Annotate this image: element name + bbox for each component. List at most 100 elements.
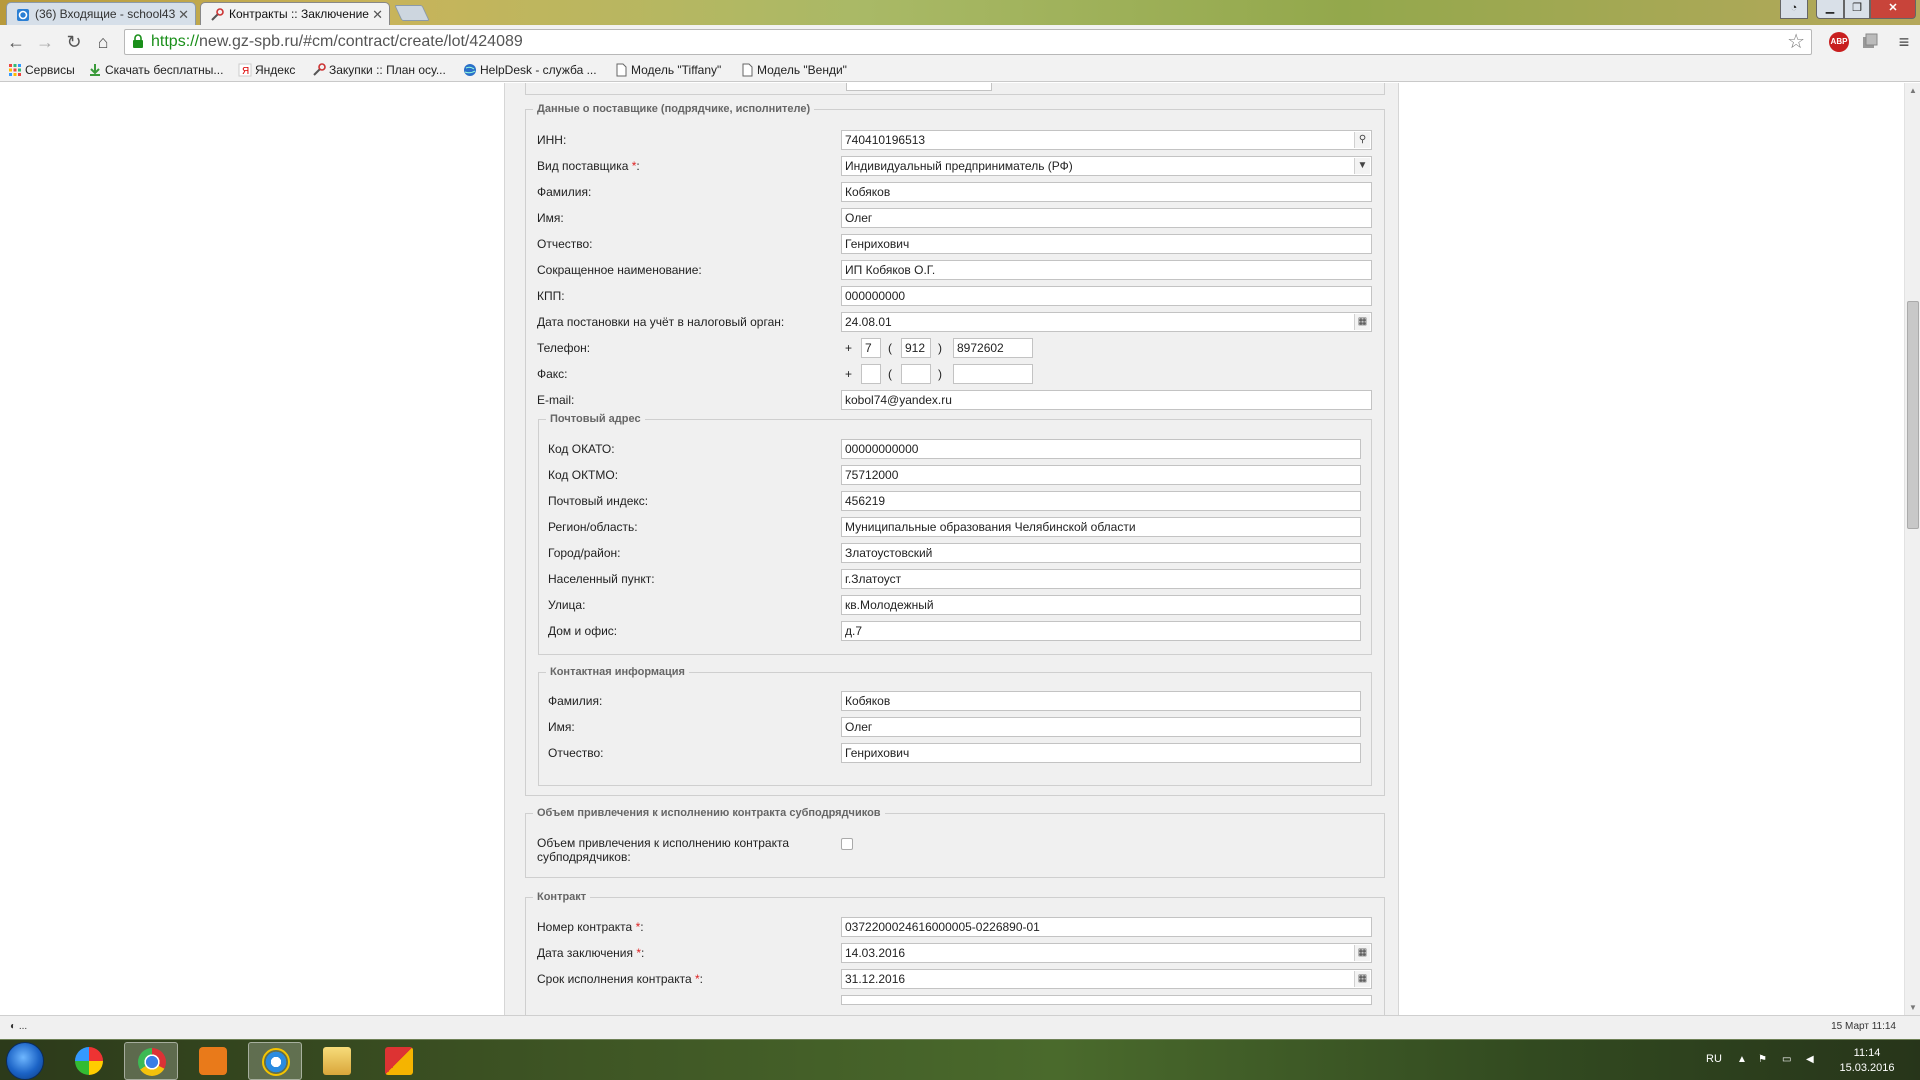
phone-country-field[interactable]: 7: [861, 338, 881, 358]
city-field[interactable]: Златоустовский: [841, 543, 1361, 563]
house-field[interactable]: д.7: [841, 621, 1361, 641]
postal-legend: Почтовый адрес: [550, 413, 641, 425]
forward-arrow-icon[interactable]: →: [34, 31, 56, 53]
taskbar-clock[interactable]: 11:14 15.03.2016: [1832, 1046, 1902, 1076]
lastname-field[interactable]: Кобяков: [841, 182, 1372, 202]
contract-term-text: Срок исполнения контракта: [537, 972, 692, 986]
middlename-label: Отчество:: [537, 237, 593, 251]
email-field[interactable]: kobol74@yandex.ru: [841, 390, 1372, 410]
menu-icon[interactable]: ≡: [1894, 32, 1914, 52]
contract-date-label: Дата заключения *:: [537, 946, 644, 960]
calendar-icon[interactable]: ▦: [1354, 945, 1370, 961]
scrollbar-thumb[interactable]: [1907, 301, 1919, 529]
maximize-icon[interactable]: ❐: [1844, 0, 1870, 19]
language-indicator[interactable]: RU: [1706, 1053, 1722, 1065]
calendar-icon[interactable]: ▦: [1354, 314, 1370, 330]
user-profile-icon[interactable]: ◔: [1780, 0, 1808, 19]
okato-field[interactable]: 00000000000: [841, 439, 1361, 459]
kpp-label: КПП:: [537, 289, 565, 303]
adblock-icon[interactable]: ABP: [1829, 32, 1849, 52]
locality-label: Населенный пункт:: [548, 572, 655, 586]
taskbar-picasa[interactable]: [62, 1042, 116, 1080]
bookmark-wendy[interactable]: Модель "Венди": [738, 62, 847, 79]
reload-icon[interactable]: ↻: [63, 31, 85, 53]
action-center-flag-icon[interactable]: ⚑: [1758, 1054, 1772, 1066]
taskbar-chrome[interactable]: [124, 1042, 178, 1080]
fax-number-field[interactable]: [953, 364, 1033, 384]
subcontract-checkbox[interactable]: [841, 838, 853, 850]
internet-explorer-icon: [262, 1048, 290, 1076]
back-arrow-icon[interactable]: ←: [5, 31, 27, 53]
bookmark-download[interactable]: Скачать бесплатны...: [86, 62, 223, 79]
bookmark-label: Сервисы: [25, 63, 75, 77]
firstname-field[interactable]: Олег: [841, 208, 1372, 228]
taskbar-explorer[interactable]: [310, 1042, 364, 1080]
bookmark-star-icon[interactable]: ☆: [1787, 30, 1805, 54]
tab-title: (36) Входящие - school43: [35, 7, 176, 21]
scroll-up-icon[interactable]: ▲: [1909, 86, 1917, 95]
address-bar[interactable]: https://new.gz-spb.ru/#cm/contract/creat…: [124, 29, 1812, 55]
tray-expand-icon[interactable]: ▲: [1737, 1054, 1751, 1066]
volume-icon[interactable]: ◀: [1806, 1054, 1820, 1066]
tab-inbox[interactable]: (36) Входящие - school43 ✕: [6, 2, 196, 25]
browser-toolbar: ← → ↻ ⌂ https://new.gz-spb.ru/#cm/contra…: [0, 25, 1920, 59]
close-window-icon[interactable]: ✕: [1870, 0, 1916, 19]
postal-index-field[interactable]: 456219: [841, 491, 1361, 511]
tab-contracts[interactable]: Контракты :: Заключение ✕: [200, 2, 390, 25]
locality-field[interactable]: г.Златоуст: [841, 569, 1361, 589]
new-tab-button[interactable]: [394, 5, 430, 21]
taskbar-media-player[interactable]: [186, 1042, 240, 1080]
bookmark-services[interactable]: Сервисы: [6, 62, 75, 79]
fax-code-field[interactable]: [901, 364, 931, 384]
contact-middlename-field[interactable]: Генрихович: [841, 743, 1361, 763]
calendar-icon[interactable]: ▦: [1354, 971, 1370, 987]
close-tab-icon[interactable]: ✕: [178, 3, 189, 25]
taskbar: RU ▲ ⚑ ▭ ◀ 11:14 15.03.2016: [0, 1039, 1920, 1080]
subcontract-label: Объем привлечения к исполнению контракта…: [537, 836, 789, 864]
middlename-field[interactable]: Генрихович: [841, 234, 1372, 254]
taskbar-internet-explorer[interactable]: [248, 1042, 302, 1080]
inn-field[interactable]: 740410196513 ⚲: [841, 130, 1372, 150]
page-scrollbar[interactable]: ▲ ▼: [1904, 83, 1920, 1015]
globe-icon: [464, 64, 476, 76]
oktmo-field[interactable]: 75712000: [841, 465, 1361, 485]
contact-lastname-field[interactable]: Кобяков: [841, 691, 1361, 711]
extension-icon[interactable]: [1860, 32, 1880, 52]
taskbar-app[interactable]: [372, 1042, 426, 1080]
taxdate-field[interactable]: 24.08.01 ▦: [841, 312, 1372, 332]
bookmark-yandex[interactable]: Я Яндекс: [236, 62, 295, 79]
bookmark-zakupki[interactable]: Закупки :: План осу...: [310, 62, 446, 79]
contract-number-field[interactable]: 0372200024616000005-0226890-01: [841, 917, 1372, 937]
chevron-down-icon[interactable]: ▼: [1354, 158, 1370, 174]
minimize-icon[interactable]: ▁: [1816, 0, 1844, 19]
network-icon[interactable]: ▭: [1782, 1054, 1796, 1066]
start-button[interactable]: [6, 1042, 44, 1080]
bookmark-helpdesk[interactable]: HelpDesk - служба ...: [461, 62, 597, 79]
fax-country-field[interactable]: [861, 364, 881, 384]
search-icon[interactable]: ⚲: [1354, 132, 1370, 148]
bookmark-tiffany[interactable]: Модель "Tiffany": [612, 62, 721, 79]
close-tab-icon[interactable]: ✕: [372, 3, 383, 25]
cut-off-field[interactable]: [841, 995, 1372, 1005]
shortname-field[interactable]: ИП Кобяков О.Г.: [841, 260, 1372, 280]
subcontract-legend: Объем привлечения к исполнению контракта…: [537, 807, 881, 819]
plus-sign: +: [845, 341, 853, 355]
taxdate-label: Дата постановки на учёт в налоговый орга…: [537, 315, 785, 329]
firstname-label: Имя:: [537, 211, 564, 225]
bookmark-label: HelpDesk - служба ...: [480, 63, 597, 77]
home-icon[interactable]: ⌂: [92, 31, 114, 53]
phone-code-field[interactable]: 912: [901, 338, 931, 358]
phone-number-field[interactable]: 8972602: [953, 338, 1033, 358]
supplier-type-select[interactable]: Индивидуальный предприниматель (РФ) ▼: [841, 156, 1372, 176]
kpp-field[interactable]: 000000000: [841, 286, 1372, 306]
colon: :: [640, 920, 644, 934]
scroll-down-icon[interactable]: ▼: [1909, 1003, 1917, 1012]
region-field[interactable]: Муниципальные образования Челябинской об…: [841, 517, 1361, 537]
contact-firstname-field[interactable]: Олег: [841, 717, 1361, 737]
contract-term-field[interactable]: 31.12.2016 ▦: [841, 969, 1372, 989]
street-field[interactable]: кв.Молодежный: [841, 595, 1361, 615]
app-icon: [385, 1047, 413, 1075]
contract-date-field[interactable]: 14.03.2016 ▦: [841, 943, 1372, 963]
status-left-text: ◐ ...: [10, 1021, 28, 1032]
supplier-type-value: Индивидуальный предприниматель (РФ): [845, 159, 1073, 173]
